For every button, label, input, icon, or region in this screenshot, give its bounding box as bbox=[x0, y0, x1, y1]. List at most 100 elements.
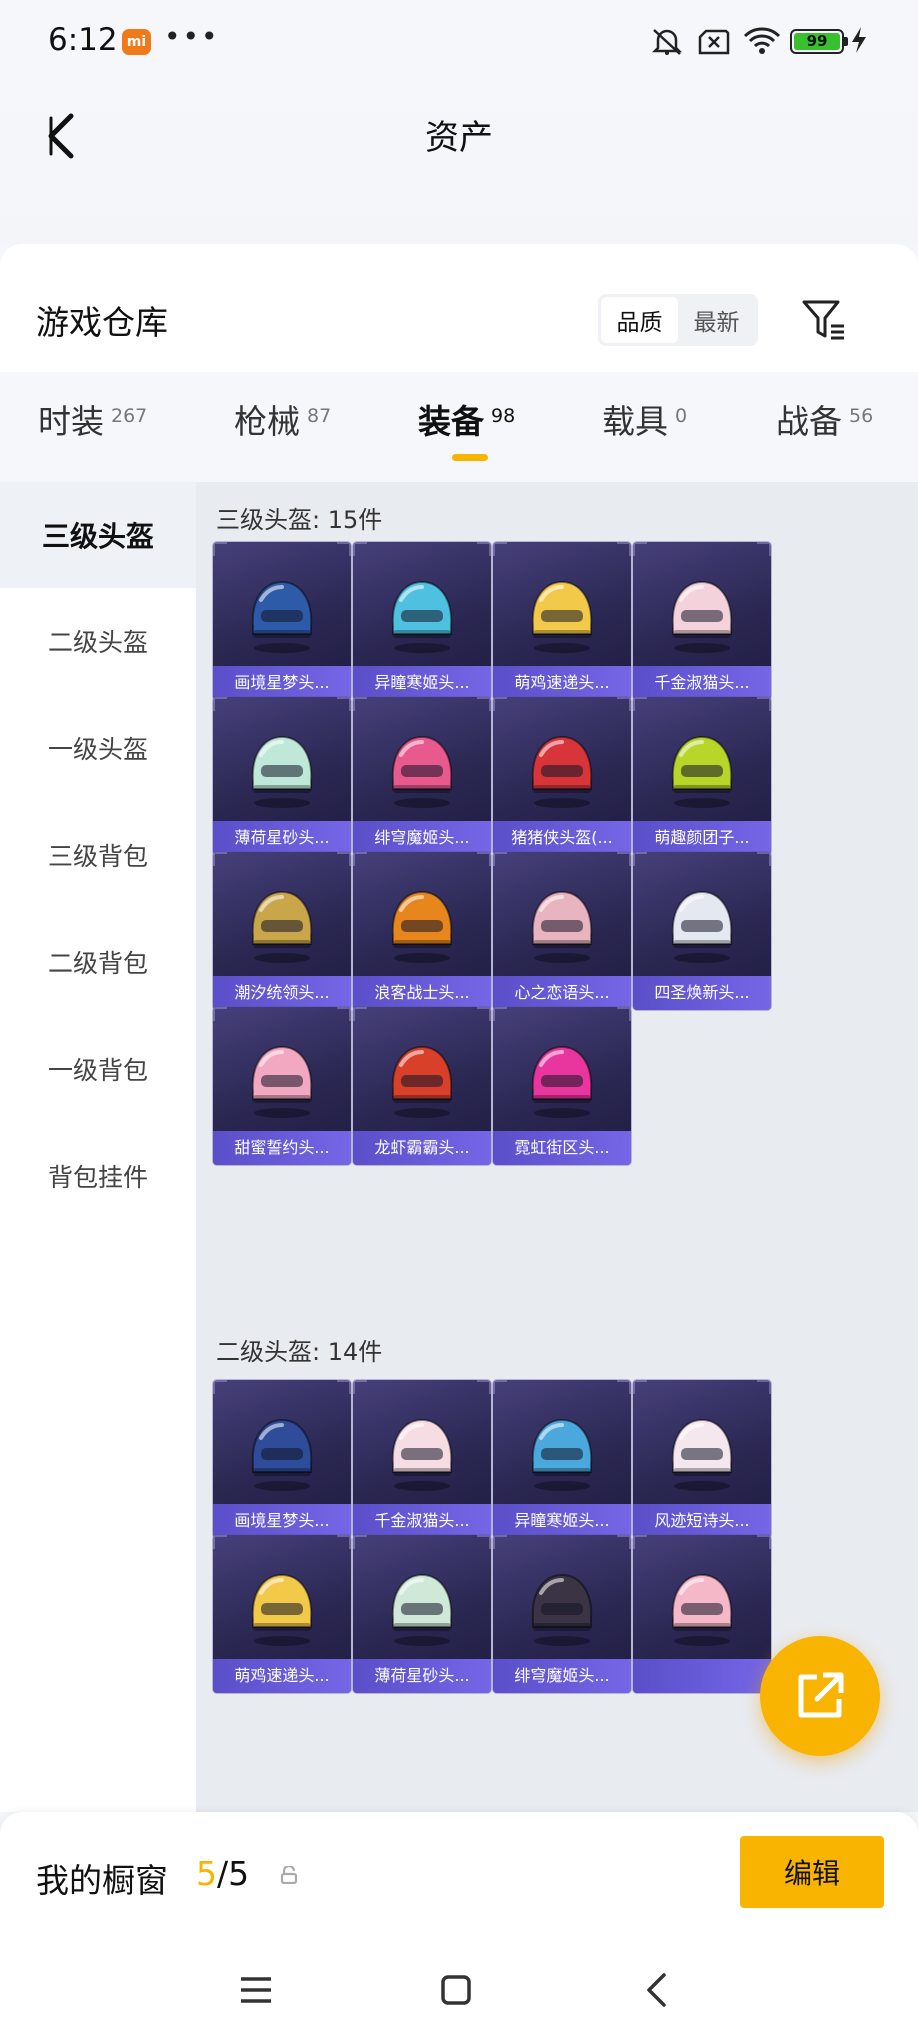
sidebar-item-level3-backpack[interactable]: 三级背包 bbox=[0, 802, 196, 908]
helmet-icon bbox=[239, 570, 325, 656]
item-card[interactable]: 萌鸡速递头... bbox=[493, 542, 631, 700]
item-card[interactable]: 画境星梦头... bbox=[213, 542, 351, 700]
item-card[interactable]: 异瞳寒姬头... bbox=[353, 542, 491, 700]
item-card[interactable]: 薄荷星砂头... bbox=[213, 697, 351, 855]
item-card[interactable]: 浪客战士头... bbox=[353, 852, 491, 1010]
item-card[interactable]: 绯穹魔姬头... bbox=[493, 1535, 631, 1693]
helmet-icon bbox=[519, 1563, 605, 1649]
mute-icon bbox=[650, 26, 684, 60]
subcategory-sidebar: 三级头盔 二级头盔 一级头盔 三级背包 二级背包 一级背包 背包挂件 bbox=[0, 482, 196, 1812]
category-tabs: 时装 267 枪械 87 装备 98 载具 0 战备 56 bbox=[0, 372, 918, 482]
sort-quality-button[interactable]: 品质 bbox=[601, 297, 678, 343]
helmet-icon bbox=[379, 570, 465, 656]
helmet-icon bbox=[659, 880, 745, 966]
home-button[interactable] bbox=[432, 1966, 480, 2014]
showcase-current: 5 bbox=[196, 1854, 217, 1893]
item-card[interactable]: 萌鸡速递头... bbox=[213, 1535, 351, 1693]
item-name: 四圣焕新头... bbox=[633, 976, 771, 1010]
helmet-icon bbox=[239, 1408, 325, 1494]
sort-newest-button[interactable]: 最新 bbox=[678, 297, 755, 343]
helmet-icon bbox=[659, 570, 745, 656]
item-name: 薄荷星砂头... bbox=[353, 1659, 491, 1693]
item-name: 薄荷星砂头... bbox=[213, 821, 351, 855]
back-icon bbox=[647, 1973, 666, 2007]
filter-button[interactable] bbox=[798, 294, 850, 346]
helmet-icon bbox=[659, 725, 745, 811]
menu-icon bbox=[241, 1977, 271, 2003]
tab-label: 装备 bbox=[418, 402, 484, 441]
share-out-icon bbox=[798, 1672, 844, 1718]
item-card[interactable]: 潮汐统领头... bbox=[213, 852, 351, 1010]
edit-button[interactable]: 编辑 bbox=[740, 1836, 884, 1908]
showcase-count: 5/5 bbox=[196, 1854, 249, 1893]
item-name: 绯穹魔姬头... bbox=[353, 821, 491, 855]
item-name: 猪猪侠头盔(... bbox=[493, 821, 631, 855]
sidebar-item-level3-helmet[interactable]: 三级头盔 bbox=[0, 482, 196, 588]
item-name: 潮汐统领头... bbox=[213, 976, 351, 1010]
item-name: 萌鸡速递头... bbox=[493, 666, 631, 700]
item-card[interactable]: 千金淑猫头... bbox=[353, 1380, 491, 1538]
item-name: 萌鸡速递头... bbox=[213, 1659, 351, 1693]
share-fab[interactable] bbox=[760, 1636, 880, 1756]
showcase-bar: 我的橱窗 5/5 编辑 bbox=[0, 1812, 918, 1938]
item-card[interactable]: 异瞳寒姬头... bbox=[493, 1380, 631, 1538]
item-card[interactable]: 风迹短诗头... bbox=[633, 1380, 771, 1538]
tab-fashion[interactable]: 时装 267 bbox=[38, 402, 147, 442]
filter-icon bbox=[802, 300, 844, 340]
sim-off-icon bbox=[698, 29, 730, 59]
nav-back-button[interactable] bbox=[632, 1966, 680, 2014]
tab-equipment[interactable]: 装备 98 bbox=[418, 402, 515, 442]
item-card[interactable]: 四圣焕新头... bbox=[633, 852, 771, 1010]
warehouse-title: 游戏仓库 bbox=[36, 303, 168, 342]
item-name bbox=[633, 1659, 771, 1693]
status-time: 6:12 bbox=[48, 22, 118, 58]
helmet-icon bbox=[379, 1563, 465, 1649]
item-name: 霓虹街区头... bbox=[493, 1131, 631, 1165]
item-name: 异瞳寒姬头... bbox=[353, 666, 491, 700]
tab-vehicles[interactable]: 载具 0 bbox=[602, 402, 687, 442]
section-title: 二级头盔: 14件 bbox=[216, 1338, 383, 1366]
helmet-icon bbox=[239, 1563, 325, 1649]
helmet-icon bbox=[519, 1408, 605, 1494]
item-card[interactable]: 绯穹魔姬头... bbox=[353, 697, 491, 855]
item-name: 画境星梦头... bbox=[213, 1504, 351, 1538]
battery-level: 99 bbox=[794, 33, 840, 50]
helmet-icon bbox=[239, 880, 325, 966]
sidebar-item-level1-helmet[interactable]: 一级头盔 bbox=[0, 695, 196, 801]
item-card[interactable]: 画境星梦头... bbox=[213, 1380, 351, 1538]
item-name: 浪客战士头... bbox=[353, 976, 491, 1010]
item-name: 绯穹魔姬头... bbox=[493, 1659, 631, 1693]
tab-supplies[interactable]: 战备 56 bbox=[776, 402, 873, 442]
item-card[interactable]: 霓虹街区头... bbox=[493, 1007, 631, 1165]
item-card[interactable] bbox=[633, 1535, 771, 1693]
item-name: 风迹短诗头... bbox=[633, 1504, 771, 1538]
item-name: 异瞳寒姬头... bbox=[493, 1504, 631, 1538]
tab-count: 0 bbox=[675, 405, 688, 427]
app-header: 资产 bbox=[0, 84, 918, 244]
item-name: 甜蜜誓约头... bbox=[213, 1131, 351, 1165]
section-title: 三级头盔: 15件 bbox=[216, 506, 383, 534]
sidebar-item-level2-helmet[interactable]: 二级头盔 bbox=[0, 588, 196, 694]
tab-count: 56 bbox=[849, 405, 874, 427]
tab-weapons[interactable]: 枪械 87 bbox=[234, 402, 331, 442]
item-card[interactable]: 龙虾霸霸头... bbox=[353, 1007, 491, 1165]
item-name: 画境星梦头... bbox=[213, 666, 351, 700]
sidebar-item-backpack-charm[interactable]: 背包挂件 bbox=[0, 1123, 196, 1229]
active-tab-indicator bbox=[452, 454, 488, 461]
item-card[interactable]: 甜蜜誓约头... bbox=[213, 1007, 351, 1165]
tab-count: 98 bbox=[491, 405, 516, 427]
status-bar: 6:12 mi ••• 99 bbox=[0, 0, 918, 84]
item-card[interactable]: 薄荷星砂头... bbox=[353, 1535, 491, 1693]
helmet-icon bbox=[239, 725, 325, 811]
sidebar-item-level1-backpack[interactable]: 一级背包 bbox=[0, 1016, 196, 1122]
tab-label: 载具 bbox=[602, 402, 668, 441]
item-card[interactable]: 猪猪侠头盔(... bbox=[493, 697, 631, 855]
sidebar-item-level2-backpack[interactable]: 二级背包 bbox=[0, 909, 196, 1015]
item-card[interactable]: 千金淑猫头... bbox=[633, 542, 771, 700]
menu-button[interactable] bbox=[232, 1966, 280, 2014]
helmet-icon bbox=[519, 570, 605, 656]
item-card[interactable]: 心之恋语头... bbox=[493, 852, 631, 1010]
tab-label: 枪械 bbox=[234, 402, 300, 441]
item-card[interactable]: 萌趣颜团子... bbox=[633, 697, 771, 855]
helmet-icon bbox=[659, 1408, 745, 1494]
